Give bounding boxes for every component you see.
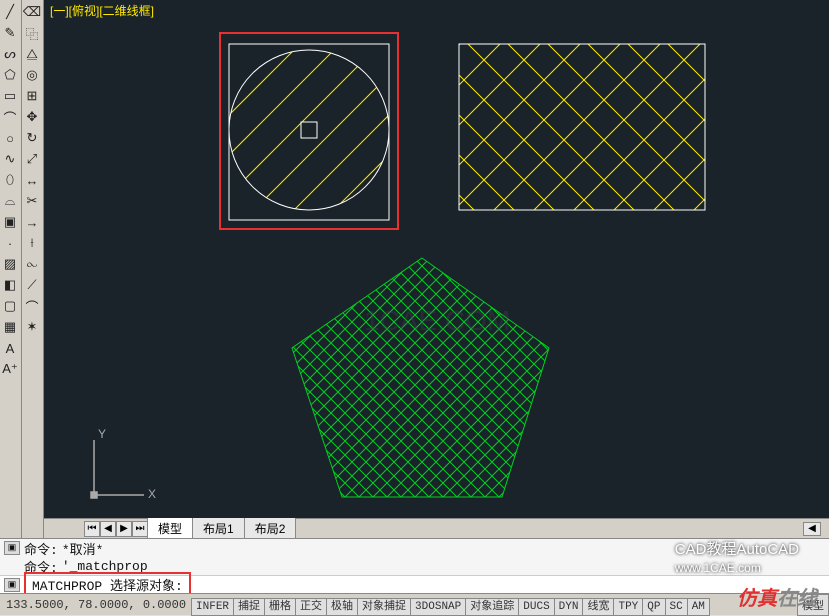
drawing-canvas[interactable]: [一][俯视][二维线框] (44, 0, 829, 518)
command-prompt-row: ▣ MATCHPROP 选择源对象: (0, 575, 829, 593)
tab-next-icon[interactable]: ▶ (116, 521, 132, 537)
draw-toolbar: ╱✎ᔕ⬠▭⌒○∿⬯⌓▣·▨◧▢▦AA⁺ (0, 0, 22, 538)
polygon-icon[interactable]: ⬠ (0, 65, 20, 85)
addsel-icon[interactable]: A⁺ (0, 359, 20, 379)
trim-icon[interactable]: ✂ (22, 191, 42, 211)
chamfer-icon[interactable]: ⟋ (22, 275, 42, 295)
cmd-icon: ▣ (4, 541, 20, 555)
extend-icon[interactable]: → (22, 212, 42, 232)
spline-icon[interactable]: ∿ (0, 149, 20, 169)
svg-text:Y: Y (98, 427, 106, 441)
status-am[interactable]: AM (687, 598, 710, 616)
break-icon[interactable]: ⟊ (22, 233, 42, 253)
drawing-svg: X Y 1CAE.COM (44, 0, 824, 505)
tab-prev-icon[interactable]: ◀ (100, 521, 116, 537)
stretch-icon[interactable]: ↔ (22, 170, 42, 190)
watermark-tutorial: CAD教程AutoCAD www.1CAE.com (675, 538, 799, 575)
layout-tabs: ⏮ ◀ ▶ ⏭ 模型 布局1 布局2 ◀ (44, 518, 829, 538)
pline-icon[interactable]: ᔕ (0, 44, 20, 64)
status-正交[interactable]: 正交 (295, 598, 327, 616)
status-ducs[interactable]: DUCS (518, 598, 554, 616)
status-对象追踪[interactable]: 对象追踪 (465, 598, 519, 616)
block-icon[interactable]: ▣ (0, 212, 20, 232)
tab-layout2[interactable]: 布局2 (244, 517, 297, 540)
status-bar: 133.5000, 78.0000, 0.0000 INFER捕捉栅格正交极轴对… (0, 593, 829, 615)
status-对象捕捉[interactable]: 对象捕捉 (357, 598, 411, 616)
array-icon[interactable]: ⊞ (22, 86, 42, 106)
circle-icon[interactable]: ○ (0, 128, 20, 148)
status-dyn[interactable]: DYN (554, 598, 584, 616)
rotate-icon[interactable]: ↻ (22, 128, 42, 148)
status-tpy[interactable]: TPY (613, 598, 643, 616)
brush-icon[interactable]: ✎ (0, 23, 20, 43)
arc-icon[interactable]: ⌒ (0, 107, 20, 127)
point-icon[interactable]: · (0, 233, 20, 253)
cmd-text: *取消* (62, 539, 104, 558)
tab-layout1[interactable]: 布局1 (192, 517, 245, 540)
center-watermark: 1CAE.COM (364, 305, 510, 336)
pentagon-hatch-object[interactable] (292, 258, 549, 497)
ellipse-arc-icon[interactable]: ⌓ (0, 191, 20, 211)
tab-scroll-right-icon[interactable]: ◀ (803, 522, 821, 536)
watermark-brand: 仿真在线 (737, 582, 817, 611)
status-sc[interactable]: SC (665, 598, 688, 616)
explode-icon[interactable]: ✶ (22, 317, 42, 337)
status-极轴[interactable]: 极轴 (326, 598, 358, 616)
join-icon[interactable]: ⧜ (22, 254, 42, 274)
drawing-area-wrap: [一][俯视][二维线框] (44, 0, 829, 538)
cmd-label: 命令: (24, 539, 58, 558)
hatch-icon[interactable]: ▨ (0, 254, 20, 274)
text-icon[interactable]: A (0, 338, 20, 358)
status-coords: 133.5000, 78.0000, 0.0000 (0, 598, 192, 612)
status-栅格[interactable]: 栅格 (264, 598, 296, 616)
status-线宽[interactable]: 线宽 (582, 598, 614, 616)
rectangle-hatch-object[interactable] (459, 44, 705, 210)
cmd-prompt-icon: ▣ (4, 578, 20, 592)
copy-icon[interactable]: ⿻ (22, 23, 42, 43)
scale-icon[interactable]: ⤢ (22, 149, 42, 169)
table-icon[interactable]: ▦ (0, 317, 20, 337)
rectangle-icon[interactable]: ▭ (0, 86, 20, 106)
tab-first-icon[interactable]: ⏮ (84, 521, 100, 537)
ellipse-icon[interactable]: ⬯ (0, 170, 20, 190)
offset-icon[interactable]: ◎ (22, 65, 42, 85)
fillet-icon[interactable]: ⌒ (22, 296, 42, 316)
ucs-icon[interactable]: X Y (91, 427, 156, 501)
status-捕捉[interactable]: 捕捉 (233, 598, 265, 616)
status-qp[interactable]: QP (642, 598, 665, 616)
tab-last-icon[interactable]: ⏭ (132, 521, 148, 537)
command-prompt[interactable]: MATCHPROP 选择源对象: (32, 579, 183, 594)
mirror-icon[interactable]: ⧋ (22, 44, 42, 64)
status-infer[interactable]: INFER (191, 598, 234, 616)
svg-text:X: X (148, 487, 156, 501)
gradient-icon[interactable]: ◧ (0, 275, 20, 295)
move-icon[interactable]: ✥ (22, 107, 42, 127)
region-icon[interactable]: ▢ (0, 296, 20, 316)
line-icon[interactable]: ╱ (0, 2, 20, 22)
status-3dosnap[interactable]: 3DOSNAP (410, 598, 466, 616)
modify-toolbar: ⌫⿻⧋◎⊞✥↻⤢↔✂→⟊⧜⟋⌒✶ (22, 0, 44, 538)
eraser-icon[interactable]: ⌫ (22, 2, 42, 22)
tab-model[interactable]: 模型 (147, 517, 193, 540)
